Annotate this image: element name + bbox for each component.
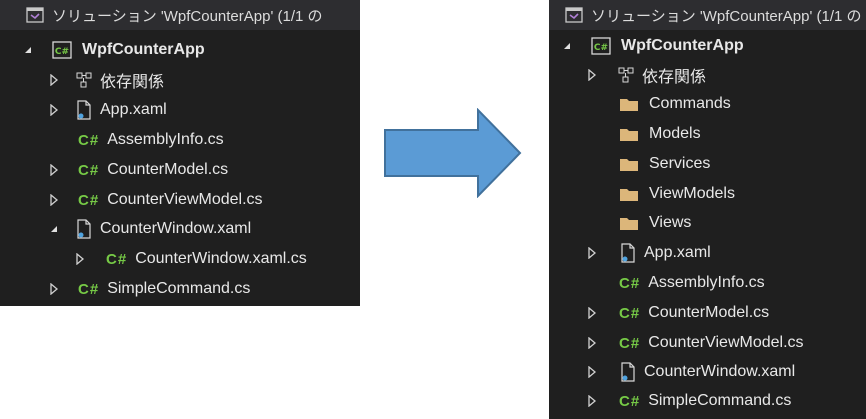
csharp-file-icon: C# — [619, 334, 641, 352]
csharp-file-icon: C# — [78, 280, 100, 298]
tree-row-simplecommand[interactable]: C# SimpleCommand.cs — [584, 386, 791, 416]
chevron-right-outline-icon[interactable] — [584, 335, 600, 351]
tree-item-label: AssemblyInfo.cs — [107, 131, 224, 148]
chevron-right-outline-icon[interactable] — [46, 162, 62, 178]
tree-row-dependencies[interactable]: 依存関係 — [46, 65, 164, 95]
solution-explorer-after: ソリューション 'WpfCounterApp' (1/1 の C# WpfCou… — [549, 0, 866, 419]
folder-icon — [619, 126, 639, 142]
tree-row-app-xaml[interactable]: App.xaml — [584, 238, 711, 268]
project-label: WpfCounterApp — [621, 37, 744, 54]
tree-item-label: CounterWindow.xaml — [100, 220, 252, 237]
tree-row-countermodel[interactable]: C# CounterModel.cs — [584, 298, 769, 328]
tree-row-folder-viewmodels[interactable]: ViewModels — [619, 179, 735, 209]
tree-row-assemblyinfo[interactable]: C# AssemblyInfo.cs — [619, 268, 765, 298]
tree-item-label: AssemblyInfo.cs — [648, 274, 765, 291]
project-label: WpfCounterApp — [82, 41, 205, 58]
tree-item-label: Services — [649, 155, 711, 172]
tree-item-label: 依存関係 — [642, 69, 707, 86]
tree-row-project[interactable]: C# WpfCounterApp — [559, 31, 744, 61]
csharp-file-icon: C# — [619, 274, 641, 292]
tree-row-counterwindow-xaml[interactable]: CounterWindow.xaml — [584, 357, 795, 387]
tree-row-counterwindow-xaml[interactable]: CounterWindow.xaml — [46, 214, 251, 244]
solution-header-text: ソリューション 'WpfCounterApp' (1/1 の — [52, 7, 323, 25]
tree-item-label: SimpleCommand.cs — [648, 392, 792, 409]
tree-row-folder-services[interactable]: Services — [619, 149, 710, 179]
xaml-file-icon — [620, 362, 636, 382]
chevron-right-outline-icon[interactable] — [584, 393, 600, 409]
right-arrow-icon — [384, 108, 522, 198]
chevron-right-outline-icon[interactable] — [46, 281, 62, 297]
visual-studio-solution-icon — [26, 7, 44, 23]
csharp-file-icon: C# — [78, 131, 100, 149]
csharp-file-icon: C# — [619, 392, 641, 410]
tree-row-folder-commands[interactable]: Commands — [619, 89, 731, 119]
csharp-file-icon: C# — [619, 304, 641, 322]
chevron-right-outline-icon[interactable] — [584, 305, 600, 321]
solution-explorer-before: ソリューション 'WpfCounterApp' (1/1 の C# WpfCou… — [0, 0, 360, 306]
tree-item-label: App.xaml — [644, 244, 711, 261]
tree-row-folder-models[interactable]: Models — [619, 119, 701, 149]
chevron-right-outline-icon[interactable] — [46, 72, 62, 88]
svg-text:C#: C# — [594, 43, 608, 53]
chevron-right-outline-icon[interactable] — [72, 251, 88, 267]
tree-row-counterwindow-xaml-cs[interactable]: C# CounterWindow.xaml.cs — [72, 244, 307, 274]
solution-header-text: ソリューション 'WpfCounterApp' (1/1 の — [591, 7, 862, 25]
tree-row-dependencies[interactable]: 依存関係 — [584, 60, 706, 90]
csharp-file-icon: C# — [106, 250, 128, 268]
tree-item-label: CounterViewModel.cs — [107, 191, 263, 208]
visual-studio-solution-icon — [565, 7, 583, 23]
triangle-down-icon[interactable] — [46, 221, 62, 237]
folder-icon — [619, 215, 639, 231]
folder-icon — [619, 96, 639, 112]
dependencies-icon — [76, 72, 92, 88]
folder-icon — [619, 186, 639, 202]
tree-row-project[interactable]: C# WpfCounterApp — [20, 35, 205, 65]
tree-item-label: App.xaml — [100, 101, 167, 118]
tree-row-app-xaml[interactable]: App.xaml — [46, 95, 167, 125]
tree-item-label: CounterModel.cs — [107, 161, 229, 178]
triangle-down-icon[interactable] — [20, 42, 36, 58]
tree-item-label: Models — [649, 125, 701, 142]
solution-header[interactable]: ソリューション 'WpfCounterApp' (1/1 の — [549, 0, 866, 30]
tree-row-counterviewmodel[interactable]: C# CounterViewModel.cs — [46, 185, 263, 215]
chevron-right-outline-icon[interactable] — [584, 245, 600, 261]
tree-item-label: Views — [649, 214, 692, 231]
tree-row-simplecommand[interactable]: C# SimpleCommand.cs — [46, 274, 250, 304]
tree-item-label: Commands — [649, 95, 731, 112]
tree-item-label: CounterModel.cs — [648, 304, 770, 321]
svg-text:C#: C# — [55, 47, 69, 57]
chevron-right-outline-icon[interactable] — [46, 192, 62, 208]
xaml-file-icon — [76, 100, 92, 120]
csharp-file-icon: C# — [78, 161, 100, 179]
tree-row-counterviewmodel[interactable]: C# CounterViewModel.cs — [584, 328, 804, 358]
xaml-file-icon — [76, 219, 92, 239]
xaml-file-icon — [620, 243, 636, 263]
chevron-right-outline-icon[interactable] — [584, 364, 600, 380]
tree-row-folder-views[interactable]: Views — [619, 208, 691, 238]
tree-item-label: CounterViewModel.cs — [648, 334, 804, 351]
csharp-project-icon: C# — [591, 37, 611, 55]
csharp-project-icon: C# — [52, 41, 72, 59]
solution-header[interactable]: ソリューション 'WpfCounterApp' (1/1 の — [0, 0, 360, 30]
chevron-right-outline-icon[interactable] — [46, 102, 62, 118]
chevron-right-outline-icon[interactable] — [584, 67, 600, 83]
tree-item-label: SimpleCommand.cs — [107, 280, 251, 297]
tree-item-label: ViewModels — [649, 185, 735, 202]
csharp-file-icon: C# — [78, 191, 100, 209]
tree-item-label: 依存関係 — [100, 74, 165, 91]
folder-icon — [619, 156, 639, 172]
tree-row-countermodel[interactable]: C# CounterModel.cs — [46, 155, 228, 185]
tree-row-assemblyinfo[interactable]: C# AssemblyInfo.cs — [78, 125, 224, 155]
tree-item-label: CounterWindow.xaml — [644, 363, 796, 380]
triangle-down-icon[interactable] — [559, 38, 575, 54]
dependencies-icon — [618, 67, 634, 83]
tree-item-label: CounterWindow.xaml.cs — [135, 250, 307, 267]
